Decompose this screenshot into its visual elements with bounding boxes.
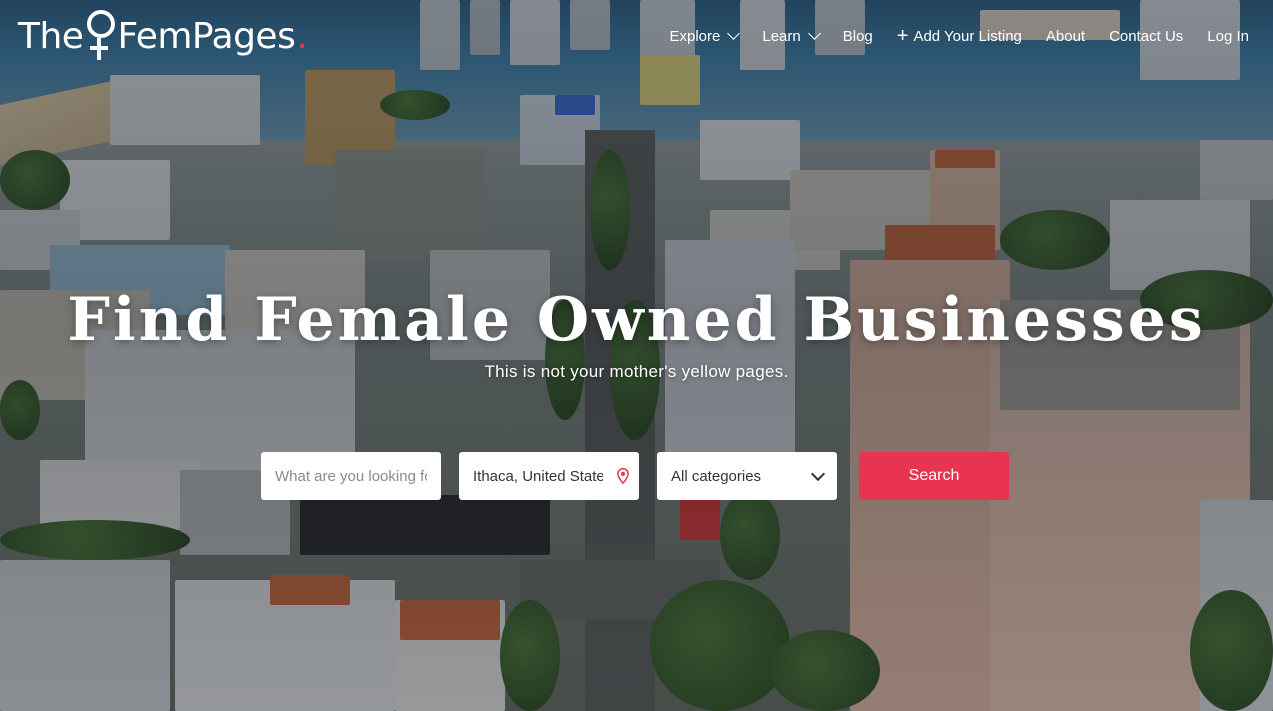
main-nav: Explore Learn Blog + Add Your Listing Ab… bbox=[646, 22, 1250, 50]
location-field-wrapper bbox=[459, 452, 639, 500]
nav-blog-label: Blog bbox=[842, 27, 873, 45]
site-logo[interactable]: The FemPages . bbox=[18, 8, 308, 64]
nav-explore-label: Explore bbox=[669, 27, 721, 45]
nav-contact-label: Contact Us bbox=[1109, 27, 1184, 45]
nav-item-add-listing[interactable]: + Add Your Listing bbox=[897, 26, 1022, 46]
chevron-down-icon bbox=[807, 27, 821, 40]
hero-subtitle: This is not your mother's yellow pages. bbox=[484, 362, 789, 381]
nav-add-listing-label: Add Your Listing bbox=[913, 27, 1022, 45]
hero-title: Find Female Owned Businesses bbox=[67, 285, 1206, 355]
logo-text-the: The bbox=[18, 15, 84, 57]
nav-item-contact[interactable]: Contact Us bbox=[1109, 28, 1183, 45]
site-header: The FemPages . Explore Learn Blog + Add … bbox=[0, 0, 1273, 72]
plus-icon: + bbox=[896, 25, 909, 47]
venus-symbol-icon bbox=[85, 8, 116, 64]
nav-item-login[interactable]: Log In bbox=[1207, 28, 1249, 45]
logo-dot: . bbox=[296, 15, 308, 57]
logo-text-fempages: FemPages bbox=[117, 15, 296, 57]
nav-item-explore[interactable]: Explore bbox=[669, 27, 741, 45]
nav-item-blog[interactable]: Blog bbox=[843, 28, 873, 45]
location-search-input[interactable] bbox=[459, 452, 639, 500]
nav-item-learn[interactable]: Learn bbox=[762, 27, 821, 45]
chevron-down-icon bbox=[727, 27, 741, 40]
nav-learn-label: Learn bbox=[762, 27, 801, 45]
nav-item-about[interactable]: About bbox=[1046, 28, 1085, 45]
location-pin-icon[interactable] bbox=[617, 468, 629, 484]
hero-section: The FemPages . Explore Learn Blog + Add … bbox=[0, 0, 1273, 711]
chevron-down-icon bbox=[810, 466, 826, 481]
category-select-value: All categories bbox=[671, 467, 762, 485]
search-button[interactable]: Search bbox=[859, 452, 1009, 500]
keyword-field-wrapper bbox=[261, 452, 441, 500]
nav-about-label: About bbox=[1045, 27, 1086, 45]
keyword-search-input[interactable] bbox=[261, 452, 441, 500]
nav-login-label: Log In bbox=[1207, 27, 1249, 45]
category-select[interactable]: All categories bbox=[657, 452, 837, 500]
hero-background-image bbox=[0, 0, 1273, 711]
